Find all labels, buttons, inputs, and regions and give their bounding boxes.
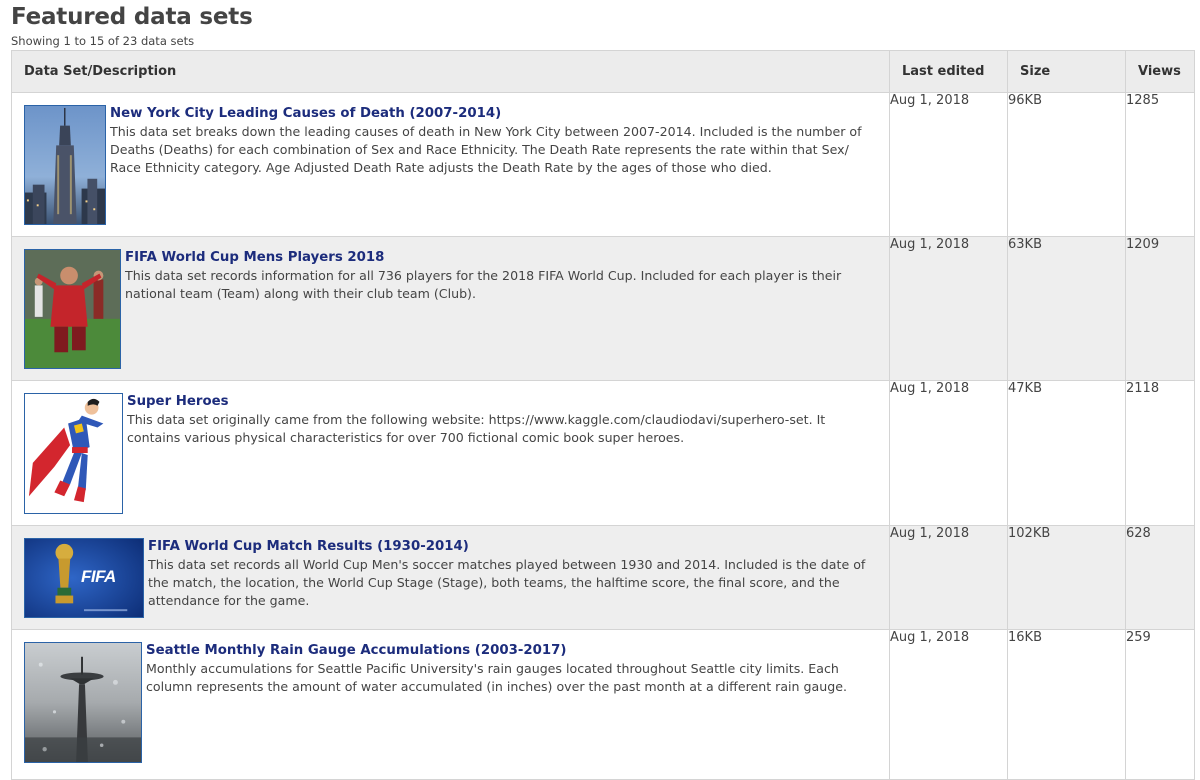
size-cell: 47KB xyxy=(1007,380,1126,526)
soccer-player-photo xyxy=(25,250,120,368)
dataset-description: This data set records information for al… xyxy=(125,268,842,301)
dataset-thumbnail-fifa-matches[interactable]: FIFA xyxy=(24,538,144,618)
dataset-title-link[interactable]: New York City Leading Causes of Death (2… xyxy=(13,105,889,123)
dataset-cell: FIFA FIFA World Cup Match Results (1930-… xyxy=(11,525,890,630)
dataset-thumbnail-superheroes[interactable] xyxy=(24,393,123,514)
views-cell: 1285 xyxy=(1125,92,1195,237)
dataset-title-link[interactable]: Super Heroes xyxy=(13,393,889,411)
superhero-illustration xyxy=(25,394,122,513)
dataset-cell: FIFA World Cup Mens Players 2018 This da… xyxy=(11,236,890,381)
column-header-dataset[interactable]: Data Set/Description xyxy=(11,50,890,93)
dataset-title-link[interactable]: FIFA World Cup Mens Players 2018 xyxy=(13,249,889,267)
last-edited-cell: Aug 1, 2018 xyxy=(889,525,1008,630)
last-edited-cell: Aug 1, 2018 xyxy=(889,92,1008,237)
empire-state-building-photo xyxy=(25,106,105,224)
views-cell: 628 xyxy=(1125,525,1195,630)
last-edited-cell: Aug 1, 2018 xyxy=(889,629,1008,780)
page-title: Featured data sets xyxy=(11,4,253,30)
size-cell: 63KB xyxy=(1007,236,1126,381)
dataset-cell: Super Heroes This data set originally ca… xyxy=(11,380,890,526)
size-cell: 96KB xyxy=(1007,92,1126,237)
table-row: FIFA FIFA World Cup Match Results (1930-… xyxy=(11,525,1195,630)
table-row: New York City Leading Causes of Death (2… xyxy=(11,92,1195,237)
size-cell: 16KB xyxy=(1007,629,1126,780)
dataset-cell: New York City Leading Causes of Death (2… xyxy=(11,92,890,237)
space-needle-rain-photo xyxy=(25,643,141,762)
dataset-thumbnail-seattle-rain[interactable] xyxy=(24,642,142,763)
dataset-description: This data set breaks down the leading ca… xyxy=(110,124,862,175)
column-header-last-edited[interactable]: Last edited xyxy=(889,50,1008,93)
dataset-description: Monthly accumulations for Seattle Pacifi… xyxy=(146,661,847,694)
datasets-table: Data Set/Description Last edited Size Vi… xyxy=(11,50,1195,780)
table-header-row: Data Set/Description Last edited Size Vi… xyxy=(11,50,1195,93)
results-count: Showing 1 to 15 of 23 data sets xyxy=(11,34,195,48)
size-cell: 102KB xyxy=(1007,525,1126,630)
dataset-thumbnail-nyc[interactable] xyxy=(24,105,106,225)
views-cell: 2118 xyxy=(1125,380,1195,526)
views-cell: 1209 xyxy=(1125,236,1195,381)
dataset-title-link[interactable]: Seattle Monthly Rain Gauge Accumulations… xyxy=(13,642,889,660)
dataset-thumbnail-fifa-players[interactable] xyxy=(24,249,121,369)
views-cell: 259 xyxy=(1125,629,1195,780)
fifa-logo-text: FIFA xyxy=(81,567,116,586)
table-row: FIFA World Cup Mens Players 2018 This da… xyxy=(11,236,1195,381)
column-header-size[interactable]: Size xyxy=(1007,50,1126,93)
dataset-cell: Seattle Monthly Rain Gauge Accumulations… xyxy=(11,629,890,780)
column-header-views[interactable]: Views xyxy=(1125,50,1195,93)
last-edited-cell: Aug 1, 2018 xyxy=(889,380,1008,526)
table-row: Seattle Monthly Rain Gauge Accumulations… xyxy=(11,629,1195,780)
dataset-description: This data set originally came from the f… xyxy=(127,412,826,445)
table-row: Super Heroes This data set originally ca… xyxy=(11,380,1195,526)
last-edited-cell: Aug 1, 2018 xyxy=(889,236,1008,381)
